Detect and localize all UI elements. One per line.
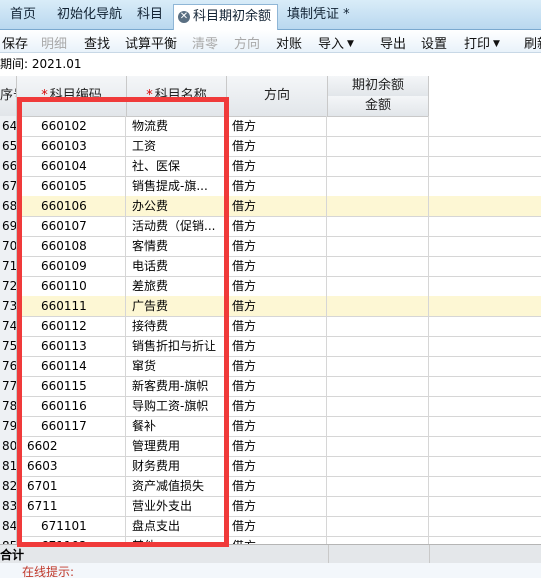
row-seq-cell: 83 bbox=[0, 496, 17, 516]
amount-cell[interactable] bbox=[328, 456, 429, 476]
row-seq-cell: 77 bbox=[0, 376, 17, 396]
amount-cell[interactable] bbox=[328, 436, 429, 456]
export-button[interactable]: 导出 bbox=[380, 33, 406, 52]
amount-cell[interactable] bbox=[328, 196, 429, 216]
direction-cell[interactable]: 借方 bbox=[227, 196, 327, 216]
row-seq-cell: 69 bbox=[0, 216, 17, 236]
direction-cell[interactable]: 借方 bbox=[227, 436, 327, 456]
chevron-down-icon: ▼ bbox=[347, 39, 354, 49]
row-seq-cell: 84 bbox=[0, 516, 17, 536]
print-label: 打印 bbox=[464, 37, 491, 52]
direction-cell[interactable]: 借方 bbox=[227, 276, 327, 296]
direction-cell[interactable]: 借方 bbox=[227, 236, 327, 256]
online-tips-label: 在线提示: bbox=[22, 565, 75, 579]
row-seq-cell: 82 bbox=[0, 476, 17, 496]
row-seq-cell: 70 bbox=[0, 236, 17, 256]
amount-cell[interactable] bbox=[328, 416, 429, 436]
tab-opening-balance[interactable]: ✕ 科目期初余额 bbox=[173, 4, 279, 30]
tab-home[interactable]: 首页 bbox=[4, 3, 42, 27]
row-seq-cell: 67 bbox=[0, 176, 17, 196]
row-seq-cell: 66 bbox=[0, 156, 17, 176]
amount-cell[interactable] bbox=[328, 256, 429, 276]
row-seq-cell: 68 bbox=[0, 196, 17, 216]
save-button[interactable]: 保存 bbox=[2, 33, 28, 52]
clear-button[interactable]: 清零 bbox=[192, 33, 218, 52]
row-seq-cell: 75 bbox=[0, 336, 17, 356]
amount-cell[interactable] bbox=[328, 116, 429, 136]
tab-accounts[interactable]: 科目 bbox=[131, 3, 169, 27]
direction-cell[interactable]: 借方 bbox=[227, 476, 327, 496]
direction-cell[interactable]: 借方 bbox=[227, 216, 327, 236]
amount-cell[interactable] bbox=[328, 136, 429, 156]
amount-cell[interactable] bbox=[328, 496, 429, 516]
red-annotation-box bbox=[17, 97, 229, 547]
direction-cell[interactable]: 借方 bbox=[227, 316, 327, 336]
tab-init-guide[interactable]: 初始化导航 bbox=[51, 3, 128, 27]
chevron-down-icon: ▼ bbox=[493, 39, 500, 49]
direction-cell[interactable]: 借方 bbox=[227, 116, 327, 136]
reconcile-button[interactable]: 对账 bbox=[276, 33, 302, 52]
trial-balance-button[interactable]: 试算平衡 bbox=[125, 33, 177, 52]
tab-opening-balance-label: 科目期初余额 bbox=[193, 9, 272, 24]
direction-cell[interactable]: 借方 bbox=[227, 396, 327, 416]
amount-cell[interactable] bbox=[328, 216, 429, 236]
row-seq-cell: 81 bbox=[0, 456, 17, 476]
row-seq-cell: 76 bbox=[0, 356, 17, 376]
direction-cell[interactable]: 借方 bbox=[227, 336, 327, 356]
direction-cell[interactable]: 借方 bbox=[227, 496, 327, 516]
refresh-button[interactable]: 刷新 bbox=[524, 33, 541, 52]
amount-cell[interactable] bbox=[328, 316, 429, 336]
header-amount: 金额 bbox=[328, 96, 429, 117]
amount-cell[interactable] bbox=[328, 516, 429, 536]
direction-cell[interactable]: 借方 bbox=[227, 376, 327, 396]
row-seq-cell: 79 bbox=[0, 416, 17, 436]
import-label: 导入 bbox=[318, 37, 345, 52]
print-button[interactable]: 打印 ▼ bbox=[464, 33, 500, 52]
direction-cell[interactable]: 借方 bbox=[227, 356, 327, 376]
direction-cell[interactable]: 借方 bbox=[227, 416, 327, 436]
header-direction: 方向 bbox=[227, 76, 328, 117]
header-opening-balance: 期初余额 bbox=[328, 76, 429, 97]
direction-cell[interactable]: 借方 bbox=[227, 156, 327, 176]
row-seq-cell: 72 bbox=[0, 276, 17, 296]
direction-cell[interactable]: 借方 bbox=[227, 456, 327, 476]
direction-cell[interactable]: 借方 bbox=[227, 176, 327, 196]
total-amount-cell bbox=[328, 545, 430, 563]
amount-cell[interactable] bbox=[328, 296, 429, 316]
amount-cell[interactable] bbox=[328, 356, 429, 376]
tab-bar: 首页 初始化导航 科目 ✕ 科目期初余额 填制凭证 * bbox=[0, 0, 541, 30]
toolbar: 保存 明细 查找 试算平衡 清零 方向 对账 导入▼ 导出 设置 打印▼ 刷新 bbox=[0, 30, 541, 53]
amount-cell[interactable] bbox=[328, 156, 429, 176]
amount-cell[interactable] bbox=[328, 476, 429, 496]
amount-cell[interactable] bbox=[328, 376, 429, 396]
row-seq-cell: 80 bbox=[0, 436, 17, 456]
amount-cell[interactable] bbox=[328, 396, 429, 416]
direction-cell[interactable]: 借方 bbox=[227, 136, 327, 156]
amount-cell[interactable] bbox=[328, 276, 429, 296]
direction-cell[interactable]: 借方 bbox=[227, 296, 327, 316]
online-tips-bar: 在线提示: bbox=[0, 563, 541, 579]
direction-button[interactable]: 方向 bbox=[234, 33, 260, 52]
row-seq-cell: 73 bbox=[0, 296, 17, 316]
row-seq-cell: 71 bbox=[0, 256, 17, 276]
amount-cell[interactable] bbox=[328, 236, 429, 256]
tab-voucher-entry[interactable]: 填制凭证 * bbox=[281, 3, 356, 27]
direction-cell[interactable]: 借方 bbox=[227, 516, 327, 536]
row-seq-cell: 64 bbox=[0, 116, 17, 136]
row-seq-cell: 74 bbox=[0, 316, 17, 336]
amount-cell[interactable] bbox=[328, 336, 429, 356]
direction-cell[interactable]: 借方 bbox=[227, 256, 327, 276]
settings-button[interactable]: 设置 bbox=[421, 33, 447, 52]
period-label: 期间: 2021.01 bbox=[0, 57, 82, 71]
total-label: 合计 bbox=[0, 548, 25, 562]
row-seq-cell: 78 bbox=[0, 396, 17, 416]
row-seq-cell: 65 bbox=[0, 136, 17, 156]
amount-cell[interactable] bbox=[328, 176, 429, 196]
import-button[interactable]: 导入 ▼ bbox=[318, 33, 354, 52]
detail-button[interactable]: 明细 bbox=[41, 33, 67, 52]
header-seq: 序号 bbox=[0, 76, 17, 117]
close-icon[interactable]: ✕ bbox=[178, 11, 190, 23]
find-button[interactable]: 查找 bbox=[84, 33, 110, 52]
